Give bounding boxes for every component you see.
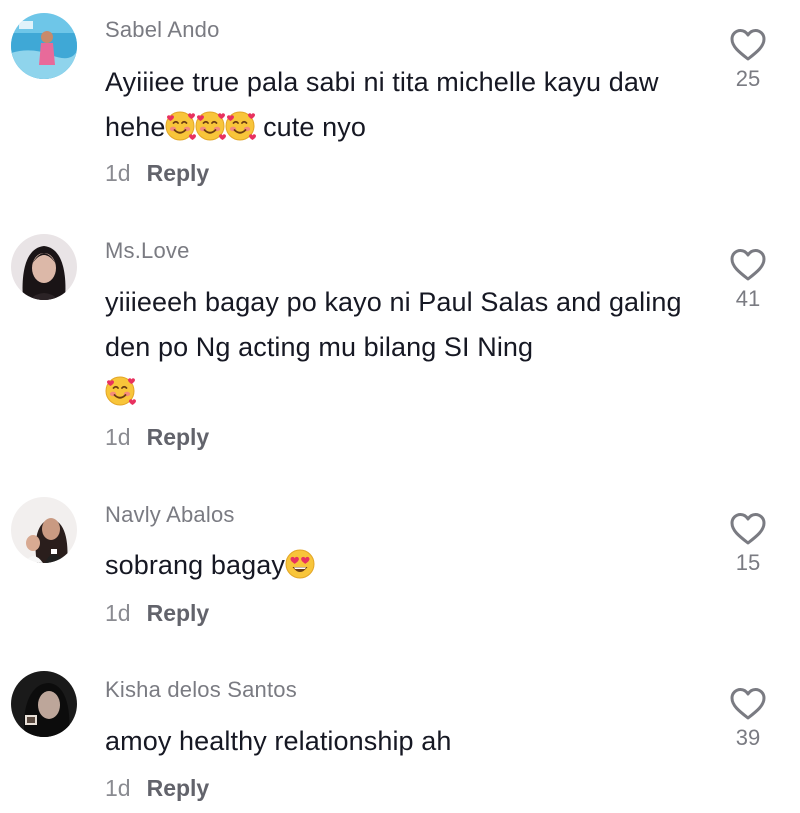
reply-button[interactable]: Reply xyxy=(147,160,210,186)
like-button[interactable]: 15 xyxy=(722,512,774,576)
like-count: 39 xyxy=(735,725,761,750)
avatar[interactable] xyxy=(11,13,77,79)
like-count: 25 xyxy=(735,66,761,91)
comment-time: 1d xyxy=(105,775,131,801)
comment-meta: 1d Reply xyxy=(105,775,209,802)
comment-meta: 1d Reply xyxy=(105,160,209,187)
username[interactable]: Ms.Love xyxy=(105,238,190,264)
smiling-face-with-hearts-icon xyxy=(104,375,136,407)
smiling-face-with-hearts-icon xyxy=(194,110,226,142)
comment-text: yiiieeeh bagay po kayo ni Paul Salas and… xyxy=(105,280,715,415)
heart-outline-icon xyxy=(730,29,766,61)
comment-meta: 1d Reply xyxy=(105,424,209,451)
heart-outline-icon xyxy=(730,249,766,281)
like-button[interactable]: 25 xyxy=(722,28,774,92)
avatar[interactable] xyxy=(11,497,77,563)
like-button[interactable]: 39 xyxy=(722,687,774,751)
comment-time: 1d xyxy=(105,600,131,626)
smiling-face-with-hearts-icon xyxy=(224,110,256,142)
comment-time: 1d xyxy=(105,424,131,450)
smiling-face-with-hearts-icon xyxy=(164,110,196,142)
comment-text-part: sobrang bagay xyxy=(105,550,285,580)
reply-button[interactable]: Reply xyxy=(147,600,210,626)
heart-outline-icon xyxy=(730,688,766,720)
avatar[interactable] xyxy=(11,234,77,300)
comment-text: Ayiiiee true pala sabi ni tita michelle … xyxy=(105,60,715,150)
comment-text-part: cute nyo xyxy=(255,112,366,142)
like-count: 41 xyxy=(735,286,761,311)
heart-outline-icon xyxy=(730,513,766,545)
comment-meta: 1d Reply xyxy=(105,600,209,627)
heart-eyes-face-icon xyxy=(284,548,316,580)
like-count: 15 xyxy=(735,550,761,575)
comment-text: sobrang bagay xyxy=(105,543,715,588)
reply-button[interactable]: Reply xyxy=(147,775,210,801)
comment-text-part: yiiieeeh bagay po kayo ni Paul Salas and… xyxy=(105,287,682,362)
comment-text: amoy healthy relationship ah xyxy=(105,719,715,764)
username[interactable]: Navly Abalos xyxy=(105,502,235,528)
username[interactable]: Sabel Ando xyxy=(105,17,220,43)
comment-text-part: amoy healthy relationship ah xyxy=(105,726,452,756)
like-button[interactable]: 41 xyxy=(722,248,774,312)
username[interactable]: Kisha delos Santos xyxy=(105,677,297,703)
comment-time: 1d xyxy=(105,160,131,186)
reply-button[interactable]: Reply xyxy=(147,424,210,450)
avatar[interactable] xyxy=(11,671,77,737)
